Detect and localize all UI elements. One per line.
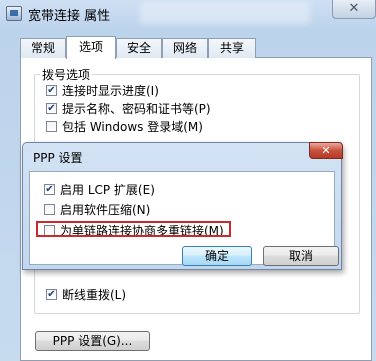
cancel-button[interactable]: 取消	[263, 246, 339, 266]
show-progress-checkbox[interactable]: ✔	[46, 85, 57, 96]
enable-lcp-extensions-label: 启用 LCP 扩展(E)	[60, 183, 155, 197]
redial-checkbox[interactable]: ✔	[46, 289, 57, 300]
dial-options-group-label: 拨号选项	[40, 66, 93, 83]
tab-sharing[interactable]: 共享	[208, 38, 256, 58]
red-highlight-box	[36, 221, 231, 237]
ppp-dialog-close-button[interactable]: ✕	[309, 142, 343, 159]
include-windows-domain-label: 包括 Windows 登录域(M)	[62, 120, 203, 134]
close-icon: ✕	[321, 144, 331, 157]
window-title: 宽带连接 属性	[28, 9, 111, 24]
enable-software-compression-label: 启用软件压缩(N)	[60, 203, 151, 217]
redial-label: 断线重拨(L)	[62, 288, 127, 302]
ok-button[interactable]: 确定	[182, 246, 252, 266]
connection-properties-window: 宽带连接 属性 ✕ 常规 选项 安全 网络 共享 拨号选项 ✔ 连接时显示进度(…	[0, 0, 376, 361]
prompt-credentials-checkbox[interactable]: ✔	[46, 103, 57, 114]
tab-general[interactable]: 常规	[20, 38, 66, 58]
show-progress-label: 连接时显示进度(I)	[62, 84, 159, 98]
enable-software-compression-checkbox[interactable]	[44, 204, 55, 215]
network-connection-icon	[6, 6, 22, 21]
tab-security[interactable]: 安全	[116, 38, 162, 58]
title-bar[interactable]: 宽带连接 属性 ✕	[0, 0, 376, 30]
tab-networking[interactable]: 网络	[162, 38, 208, 58]
prompt-credentials-label: 提示名称、密码和证书等(P)	[62, 102, 211, 116]
include-windows-domain-checkbox[interactable]	[46, 121, 57, 132]
ppp-dialog-title: PPP 设置	[33, 151, 83, 165]
enable-lcp-extensions-checkbox[interactable]: ✔	[44, 184, 55, 195]
tab-options[interactable]: 选项	[66, 36, 116, 59]
window-close-button[interactable]: ✕	[332, 0, 376, 19]
close-icon: ✕	[348, 1, 360, 16]
blurred-background-text	[140, 2, 310, 24]
ppp-settings-button[interactable]: PPP 设置(G)...	[35, 331, 150, 351]
